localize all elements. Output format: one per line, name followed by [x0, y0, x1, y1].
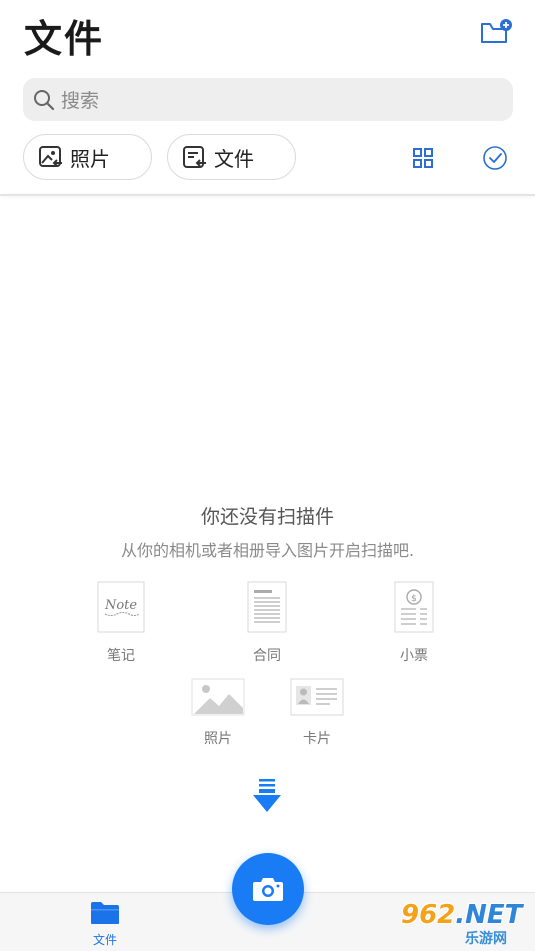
camera-icon	[253, 878, 283, 901]
filter-row: 照片 文件	[0, 134, 535, 182]
doc-type-contract: 合同	[242, 581, 292, 665]
folder-icon	[91, 902, 119, 924]
search-input[interactable]: 搜索	[23, 78, 513, 121]
doc-type-note: Note 笔记	[96, 581, 146, 665]
select-mode-button[interactable]	[482, 145, 508, 171]
doc-type-card: 卡片	[290, 678, 344, 748]
search-icon	[34, 89, 55, 110]
folder-add-icon	[481, 19, 512, 43]
doc-type-label: 合同	[253, 648, 281, 664]
doc-type-label: 笔记	[107, 648, 135, 664]
id-card-icon	[290, 678, 344, 716]
photo-import-icon	[39, 146, 62, 167]
header-divider	[0, 194, 535, 196]
doc-type-photo: 照片	[191, 678, 245, 748]
camera-scan-button[interactable]	[232, 853, 304, 925]
tab-files-label: 文件	[92, 933, 117, 947]
grid-view-button[interactable]	[411, 146, 435, 170]
photo-icon	[191, 678, 245, 716]
doc-type-label: 卡片	[303, 731, 331, 747]
new-folder-button[interactable]	[480, 18, 512, 46]
watermark-net: .NET	[455, 900, 523, 930]
arrow-down-icon	[253, 779, 281, 812]
receipt-icon: $	[394, 581, 434, 633]
watermark-main: 962.NET	[401, 900, 523, 930]
filter-files-button[interactable]: 文件	[167, 134, 296, 180]
check-circle-icon	[483, 146, 507, 170]
note-icon: Note	[97, 581, 145, 633]
watermark-sub: 乐游网	[465, 931, 507, 947]
watermark-logo: 962.NET 乐游网	[395, 898, 530, 948]
doc-type-label: 小票	[400, 648, 428, 664]
tab-files[interactable]: 文件	[80, 901, 130, 948]
filter-photos-button[interactable]: 照片	[23, 134, 152, 180]
search-placeholder: 搜索	[61, 90, 100, 112]
doc-type-receipt: $ 小票	[389, 581, 439, 665]
empty-state-subtitle: 从你的相机或者相册导入图片开启扫描吧.	[120, 541, 415, 560]
svg-text:$: $	[411, 594, 417, 604]
page-title: 文件	[24, 17, 105, 61]
contract-icon	[247, 581, 287, 633]
grid-icon	[413, 148, 433, 168]
header: 文件	[0, 0, 535, 70]
filter-files-label: 文件	[214, 146, 254, 171]
note-thumb-text: Note	[104, 598, 137, 613]
empty-state-title: 你还没有扫描件	[200, 506, 334, 528]
doc-type-label: 照片	[204, 731, 232, 747]
file-import-icon	[183, 146, 206, 168]
filter-photos-label: 照片	[70, 146, 110, 171]
